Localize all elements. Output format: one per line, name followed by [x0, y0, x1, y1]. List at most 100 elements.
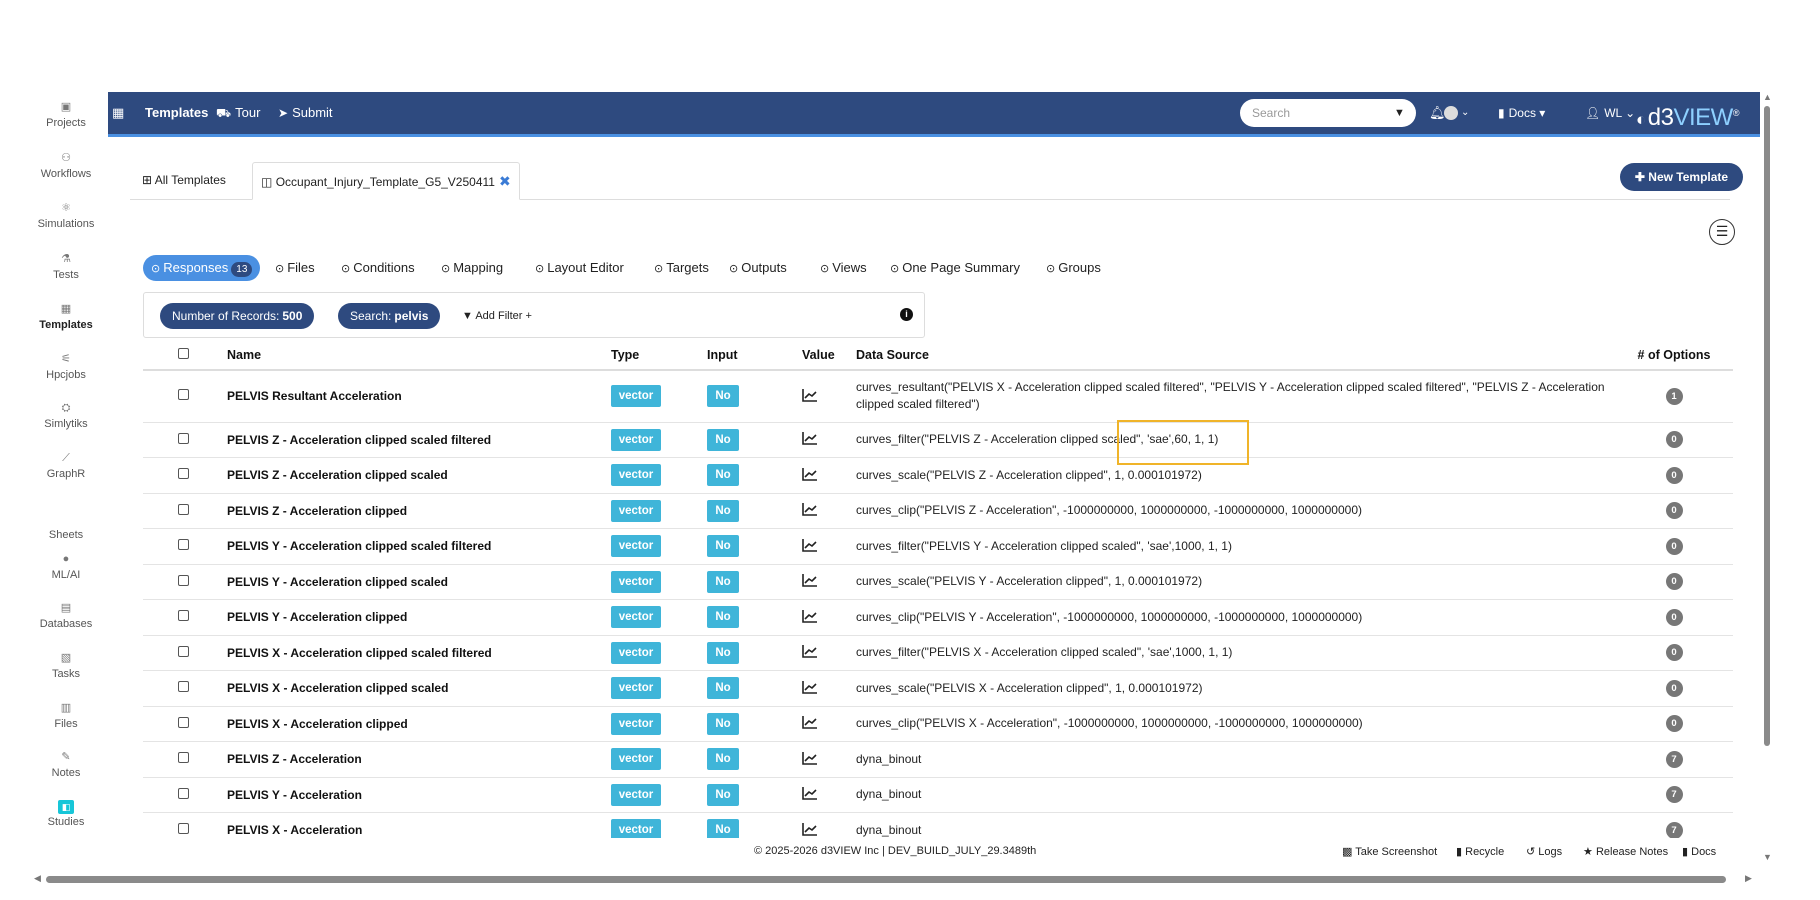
- scroll-left-icon[interactable]: ◀: [34, 873, 41, 884]
- table-row[interactable]: PELVIS Z - Acceleration clipped scaled f…: [143, 422, 1733, 458]
- options-count-badge[interactable]: 0: [1665, 431, 1683, 449]
- row-checkbox[interactable]: [177, 539, 189, 551]
- subtab-groups[interactable]: ⊙ Groups: [1046, 255, 1101, 281]
- table-row[interactable]: PELVIS X - Acceleration clipped vector No c…: [143, 706, 1733, 742]
- subtab-files[interactable]: ⊙ Files: [275, 255, 315, 281]
- response-name[interactable]: PELVIS Z - Acceleration clipped scaled: [223, 457, 607, 494]
- row-checkbox[interactable]: [177, 389, 189, 401]
- subtab-targets[interactable]: ⊙ Targets: [654, 255, 709, 281]
- response-name[interactable]: PELVIS Y - Acceleration: [223, 777, 607, 813]
- table-row[interactable]: PELVIS Z - Acceleration clipped scaled ve…: [143, 457, 1733, 494]
- options-count-badge[interactable]: 0: [1665, 573, 1683, 591]
- sidebar-item-files[interactable]: ▥ Files: [28, 701, 104, 730]
- subtab-views[interactable]: ⊙ Views: [820, 255, 867, 281]
- records-count-chip[interactable]: Number of Records: 500: [160, 303, 315, 329]
- footer-take-screenshot[interactable]: ▩ Take Screenshot: [1342, 845, 1437, 858]
- add-filter-button[interactable]: ▼ Add Filter +: [462, 305, 532, 327]
- row-checkbox[interactable]: [177, 681, 189, 693]
- nav-tour[interactable]: ⛟ Tour: [216, 92, 260, 134]
- horizontal-scroll-thumb[interactable]: [46, 876, 1726, 883]
- table-row[interactable]: PELVIS Y - Acceleration clipped scaled f…: [143, 528, 1733, 565]
- row-checkbox[interactable]: [177, 716, 189, 728]
- value-cell[interactable]: [798, 670, 852, 707]
- sidebar-item-templates[interactable]: ▦ Templates: [28, 302, 104, 331]
- row-checkbox[interactable]: [177, 610, 189, 622]
- options-count-badge[interactable]: 0: [1665, 679, 1683, 697]
- options-count-badge[interactable]: 0: [1665, 644, 1683, 662]
- global-search-input[interactable]: [1240, 99, 1416, 127]
- row-checkbox[interactable]: [177, 787, 189, 799]
- horizontal-scrollbar[interactable]: [46, 875, 1726, 884]
- table-row[interactable]: PELVIS X - Acceleration clipped scaled f…: [143, 635, 1733, 671]
- sidebar-item-ml-ai[interactable]: ● ML/AI: [28, 552, 104, 581]
- value-cell[interactable]: [798, 741, 852, 778]
- response-name[interactable]: PELVIS Y - Acceleration clipped scaled f…: [223, 528, 607, 565]
- response-name[interactable]: PELVIS X - Acceleration clipped scaled: [223, 670, 607, 707]
- table-row[interactable]: PELVIS X - Acceleration clipped scaled ve…: [143, 670, 1733, 707]
- search-dropdown-icon[interactable]: ▼: [1394, 102, 1405, 124]
- options-count-badge[interactable]: 0: [1665, 466, 1683, 484]
- subtab-mapping[interactable]: ⊙ Mapping: [441, 255, 503, 281]
- value-cell[interactable]: [798, 777, 852, 813]
- row-checkbox[interactable]: [177, 503, 189, 515]
- name-header[interactable]: Name: [223, 340, 607, 371]
- response-name[interactable]: PELVIS X - Acceleration clipped scaled f…: [223, 635, 607, 671]
- row-checkbox[interactable]: [177, 432, 189, 444]
- options-count-badge[interactable]: 0: [1665, 537, 1683, 555]
- value-cell[interactable]: [798, 564, 852, 600]
- value-cell[interactable]: [798, 635, 852, 671]
- scroll-down-icon[interactable]: ▼: [1763, 852, 1772, 862]
- options-count-badge[interactable]: 7: [1665, 786, 1683, 804]
- response-name[interactable]: PELVIS Y - Acceleration clipped: [223, 599, 607, 636]
- table-row[interactable]: PELVIS Y - Acceleration clipped vector No c…: [143, 599, 1733, 636]
- subtab-responses[interactable]: ⊙ Responses 13: [143, 255, 261, 281]
- options-count-badge[interactable]: 1: [1665, 387, 1683, 405]
- select-all-checkbox[interactable]: [177, 347, 189, 359]
- subtab-one-page-summary[interactable]: ⊙ One Page Summary: [890, 255, 1020, 281]
- value-cell[interactable]: [798, 493, 852, 529]
- options-header[interactable]: # of Options: [1615, 340, 1733, 371]
- table-row[interactable]: PELVIS Z - Acceleration clipped vector No c…: [143, 493, 1733, 529]
- nav-docs[interactable]: ▮ Docs ▾: [1498, 92, 1545, 134]
- footer-release-notes[interactable]: ★ Release Notes: [1583, 845, 1668, 858]
- subtab-outputs[interactable]: ⊙ Outputs: [729, 255, 787, 281]
- response-name[interactable]: PELVIS Y - Acceleration clipped scaled: [223, 564, 607, 600]
- status-chevron-down-icon[interactable]: ⌄: [1461, 92, 1469, 134]
- response-name[interactable]: PELVIS X - Acceleration: [223, 812, 607, 838]
- value-header[interactable]: Value: [798, 340, 852, 371]
- table-row[interactable]: PELVIS Y - Acceleration clipped scaled ve…: [143, 564, 1733, 600]
- scroll-up-icon[interactable]: ▲: [1763, 92, 1772, 102]
- subtab-layout-editor[interactable]: ⊙ Layout Editor: [535, 255, 624, 281]
- sidebar-item-tasks[interactable]: ▧ Tasks: [28, 651, 104, 680]
- input-header[interactable]: Input: [703, 340, 798, 371]
- vertical-scrollbar[interactable]: ▲: [1763, 92, 1772, 746]
- response-name[interactable]: PELVIS Z - Acceleration: [223, 741, 607, 778]
- value-cell[interactable]: [798, 422, 852, 458]
- new-template-button[interactable]: ✚ New Template: [1620, 163, 1743, 191]
- sidebar-item-tests[interactable]: ⚗ Tests: [28, 252, 104, 281]
- footer-logs[interactable]: ↺ Logs: [1526, 845, 1562, 858]
- sidebar-item-simulations[interactable]: ⚛ Simulations: [28, 201, 104, 230]
- close-tab-icon[interactable]: ✖: [499, 173, 511, 189]
- options-count-badge[interactable]: 0: [1665, 502, 1683, 520]
- sidebar-item-databases[interactable]: ▤ Databases: [28, 601, 104, 630]
- table-row[interactable]: PELVIS Y - Acceleration vector No dyna_bino…: [143, 777, 1733, 813]
- tab-active-template[interactable]: ◫ Occupant_Injury_Template_G5_V250411 ✖: [252, 162, 520, 200]
- value-cell[interactable]: [798, 706, 852, 742]
- list-menu-icon[interactable]: ☰: [1709, 219, 1735, 245]
- options-count-badge[interactable]: 7: [1665, 821, 1683, 838]
- table-row[interactable]: PELVIS X - Acceleration vector No dyna_bino…: [143, 812, 1733, 838]
- scroll-right-icon[interactable]: ▶: [1745, 873, 1752, 884]
- row-checkbox[interactable]: [177, 468, 189, 480]
- sidebar-item-simlytiks[interactable]: ⛭ Simlytiks: [28, 401, 104, 430]
- value-cell[interactable]: [798, 812, 852, 838]
- source-header[interactable]: Data Source: [852, 340, 1615, 371]
- type-header[interactable]: Type: [607, 340, 703, 371]
- sidebar-item-projects[interactable]: ▣ Projects: [28, 100, 104, 129]
- nav-user[interactable]: 👤︎ WL ⌄: [1585, 92, 1635, 134]
- sidebar-item-graphr[interactable]: ⟋ GraphR: [28, 451, 104, 480]
- footer-recycle[interactable]: ▮ Recycle: [1456, 845, 1504, 858]
- subtab-conditions[interactable]: ⊙ Conditions: [341, 255, 415, 281]
- value-cell[interactable]: [798, 457, 852, 494]
- response-name[interactable]: PELVIS Resultant Acceleration: [223, 370, 607, 423]
